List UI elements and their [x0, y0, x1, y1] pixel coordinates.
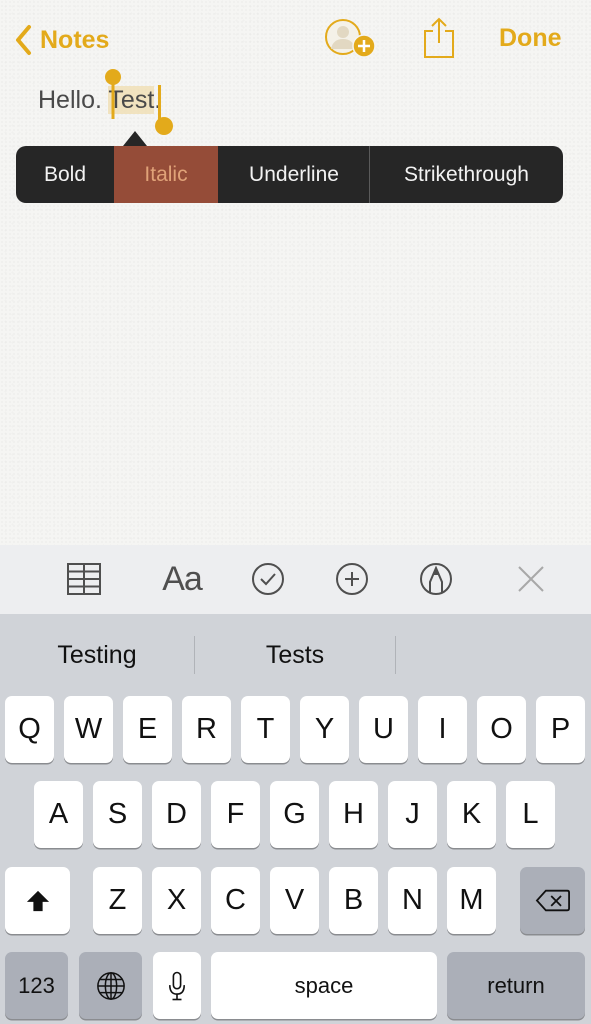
note-canvas[interactable] [0, 0, 591, 545]
close-icon [518, 566, 544, 592]
keyboard: Testing Tests QWERTYUIOP ASDFGHJKL ZXCVB… [0, 614, 591, 1024]
key-q[interactable]: Q [5, 696, 54, 763]
close-toolbar-button[interactable] [511, 559, 551, 599]
suggestion-3[interactable] [396, 614, 591, 696]
key-y[interactable]: Y [300, 696, 349, 763]
globe-key[interactable] [79, 952, 142, 1019]
add-person-icon [325, 19, 376, 58]
suggestion-2[interactable]: Tests [195, 614, 395, 696]
key-s[interactable]: S [93, 781, 142, 848]
shift-icon [26, 890, 49, 911]
checklist-button[interactable] [248, 559, 288, 599]
menu-item-italic[interactable]: Italic [114, 146, 218, 203]
suggestion-1[interactable]: Testing [0, 614, 194, 696]
done-button[interactable]: Done [499, 24, 562, 53]
back-button[interactable]: Notes [14, 22, 109, 58]
backspace-icon [535, 889, 570, 912]
key-f[interactable]: F [211, 781, 260, 848]
sketch-button[interactable] [416, 559, 456, 599]
checklist-icon [252, 563, 284, 595]
add-icon [336, 563, 368, 595]
shift-key[interactable] [5, 867, 70, 934]
key-h[interactable]: H [329, 781, 378, 848]
back-label: Notes [40, 25, 110, 54]
key-e[interactable]: E [123, 696, 172, 763]
key-o[interactable]: O [477, 696, 526, 763]
text-format-button[interactable]: Aa [155, 559, 209, 599]
key-u[interactable]: U [359, 696, 408, 763]
add-people-button[interactable] [323, 17, 379, 61]
delete-key[interactable] [520, 867, 585, 934]
note-body[interactable]: Hello. Test. [38, 86, 161, 115]
format-context-menu: Bold Italic Underline Strikethrough [16, 146, 563, 203]
note-toolbar: Aa [0, 545, 591, 614]
add-attachment-button[interactable] [332, 559, 372, 599]
key-m[interactable]: M [447, 867, 496, 934]
microphone-icon [168, 971, 186, 1000]
selection-start-handle[interactable] [104, 68, 122, 120]
numbers-key[interactable]: 123 [5, 952, 68, 1019]
key-a[interactable]: A [34, 781, 83, 848]
selection-end-handle[interactable] [153, 85, 175, 137]
dictation-key[interactable] [153, 952, 201, 1019]
menu-item-underline[interactable]: Underline [218, 146, 370, 203]
share-button[interactable] [421, 15, 457, 59]
table-icon [67, 563, 101, 595]
key-d[interactable]: D [152, 781, 201, 848]
space-key[interactable]: space [211, 952, 437, 1019]
globe-icon [96, 971, 125, 1000]
key-i[interactable]: I [418, 696, 467, 763]
key-b[interactable]: B [329, 867, 378, 934]
return-key[interactable]: return [447, 952, 585, 1019]
key-c[interactable]: C [211, 867, 260, 934]
key-j[interactable]: J [388, 781, 437, 848]
key-l[interactable]: L [506, 781, 555, 848]
key-x[interactable]: X [152, 867, 201, 934]
key-z[interactable]: Z [93, 867, 142, 934]
menu-item-bold[interactable]: Bold [16, 146, 114, 203]
key-r[interactable]: R [182, 696, 231, 763]
chevron-left-icon [16, 25, 31, 55]
sketch-icon [420, 563, 452, 595]
key-w[interactable]: W [64, 696, 113, 763]
key-t[interactable]: T [241, 696, 290, 763]
key-g[interactable]: G [270, 781, 319, 848]
key-n[interactable]: N [388, 867, 437, 934]
key-v[interactable]: V [270, 867, 319, 934]
table-button[interactable] [64, 559, 104, 599]
menu-item-strikethrough[interactable]: Strikethrough [370, 146, 563, 203]
text-format-icon: Aa [162, 559, 203, 598]
note-text-before: Hello. [38, 86, 109, 114]
key-k[interactable]: K [447, 781, 496, 848]
menu-pointer [123, 131, 147, 146]
share-icon [424, 17, 454, 58]
key-p[interactable]: P [536, 696, 585, 763]
